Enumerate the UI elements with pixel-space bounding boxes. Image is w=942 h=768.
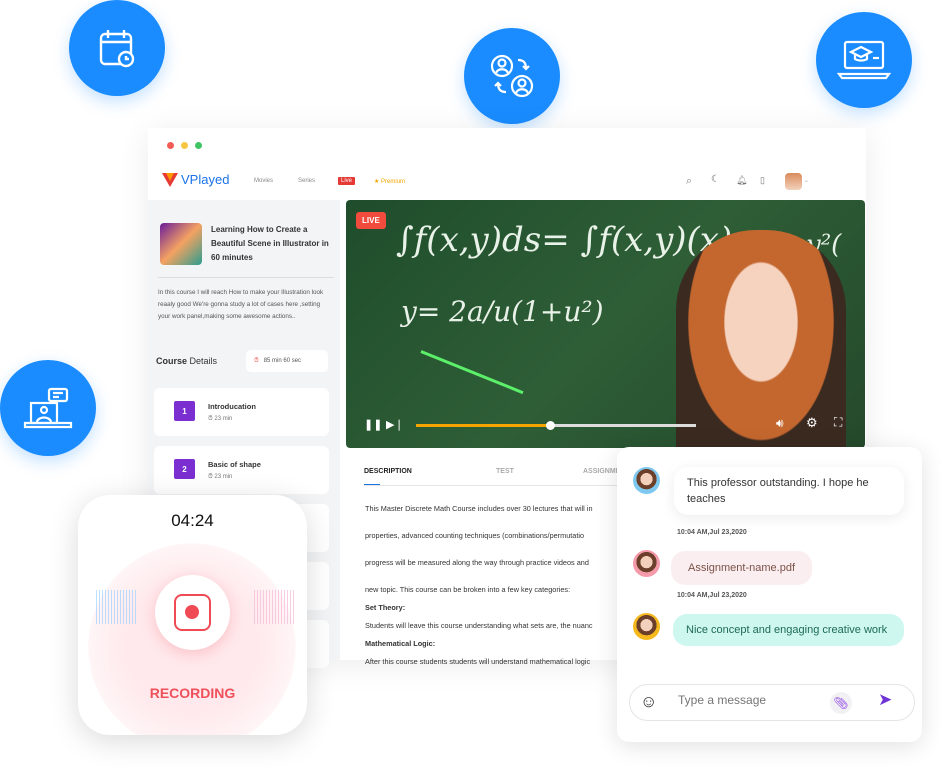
maximize-window-dot[interactable] xyxy=(195,142,202,149)
vplayed-logo[interactable]: VPlayed xyxy=(162,172,229,187)
close-window-dot[interactable] xyxy=(167,142,174,149)
nav-premium[interactable]: ★ Premium xyxy=(374,178,405,185)
send-icon[interactable]: ➤ xyxy=(878,690,892,710)
tabs-divider xyxy=(364,485,624,486)
user-exchange-icon xyxy=(464,28,560,124)
tab-description[interactable]: DESCRIPTION xyxy=(364,468,412,475)
user-avatar xyxy=(633,550,660,577)
pause-icon[interactable]: ❚❚ xyxy=(364,418,382,431)
tab-assignment[interactable]: ASSIGNMENT xyxy=(583,468,618,475)
search-icon[interactable]: ⌕ xyxy=(686,175,692,188)
chat-panel: This professor outstanding. I hope he te… xyxy=(617,447,922,742)
teacher-figure xyxy=(676,230,846,448)
description-line: new topic. This course can be broken int… xyxy=(365,585,571,594)
attachment-message[interactable]: Assignment-name.pdf xyxy=(671,551,812,585)
chat-message: This professor outstanding. I hope he te… xyxy=(674,467,904,515)
attach-paperclip-icon[interactable]: 📎︎ xyxy=(830,692,852,714)
description-line: progress will be measured along the way … xyxy=(365,558,589,567)
recording-label: RECORDING xyxy=(149,685,236,701)
description-line: After this course students students will… xyxy=(365,657,591,666)
pointer-stick xyxy=(420,350,524,395)
nav-movies[interactable]: Movies xyxy=(254,178,273,184)
audio-wave-left xyxy=(96,590,136,624)
settings-gear-icon[interactable]: ⚙ xyxy=(806,415,818,431)
message-timestamp: 10:04 AM,Jul 23,2020 xyxy=(677,592,747,599)
volume-icon[interactable]: 🔊︎ xyxy=(776,416,784,431)
lesson-item[interactable]: 2 Basic of shape ⏰︎ 23 min xyxy=(154,446,329,494)
chevron-down-icon[interactable]: ⌄ xyxy=(804,177,809,184)
section-heading: Set Theory: xyxy=(365,603,406,612)
minimize-window-dot[interactable] xyxy=(181,142,188,149)
message-input-bar: ☺ 📎︎ ➤ xyxy=(629,684,915,721)
user-avatar xyxy=(633,467,660,494)
tab-test[interactable]: TEST xyxy=(496,468,514,475)
online-graduation-icon xyxy=(816,12,912,108)
calendar-feature-icon xyxy=(69,0,165,96)
course-duration-badge: ⏰︎ 85 min 60 sec xyxy=(246,350,328,372)
message-input[interactable] xyxy=(678,693,828,707)
section-heading: Mathematical Logic: xyxy=(365,639,436,648)
course-thumbnail xyxy=(160,223,202,265)
lesson-item[interactable]: 1 Introducation ⏰︎ 23 min xyxy=(154,388,329,436)
video-progress-bar[interactable] xyxy=(416,421,696,430)
audio-wave-right xyxy=(254,590,294,624)
recording-card: 04:24 RECORDING xyxy=(78,495,307,735)
dark-mode-icon[interactable]: ☾ xyxy=(711,174,720,185)
progress-fill xyxy=(416,424,551,427)
skip-next-icon[interactable]: ▶❘ xyxy=(386,418,404,431)
chalkboard-formula: ∫f(x,y)ds= ∫f(x,y)(x) xyxy=(396,220,733,260)
divider xyxy=(158,277,334,278)
description-line: This Master Discrete Math Course include… xyxy=(365,504,593,513)
logo-icon xyxy=(162,172,178,187)
description-line: Students will leave this course understa… xyxy=(365,621,593,630)
course-details-heading: Course Details xyxy=(156,356,218,366)
devices-icon[interactable]: ▯ xyxy=(760,175,765,186)
course-intro: In this course I will reach How to make … xyxy=(158,289,324,320)
alarm-clock-icon: ⏰︎ xyxy=(254,357,259,364)
message-timestamp: 10:04 AM,Jul 23,2020 xyxy=(677,529,747,536)
description-line: properties, advanced counting techniques… xyxy=(365,531,585,540)
record-button[interactable] xyxy=(155,575,230,650)
user-avatar xyxy=(633,613,660,640)
live-badge: LIVE xyxy=(356,212,386,229)
nav-live[interactable]: Live xyxy=(338,177,356,185)
star-icon: ★ xyxy=(374,179,382,185)
nav-series[interactable]: Series xyxy=(298,178,315,184)
course-title: Learning How to Create a Beautiful Scene… xyxy=(211,225,329,262)
chat-message: Nice concept and engaging creative work xyxy=(673,614,904,646)
progress-handle[interactable] xyxy=(546,421,556,430)
notification-bell-icon[interactable]: 🔔︎ xyxy=(736,175,747,186)
laptop-learner-icon xyxy=(0,360,96,456)
chalkboard-formula: y= 2a/u(1+u²) xyxy=(401,295,604,328)
user-avatar[interactable] xyxy=(785,173,802,190)
recording-timer: 04:24 xyxy=(171,511,214,530)
fullscreen-icon[interactable]: ⛶ xyxy=(834,415,842,430)
live-video-player[interactable]: ∫f(x,y)ds= ∫f(x,y)(x) y= 2a/u(1+u²) y²( … xyxy=(346,200,865,448)
record-icon xyxy=(174,594,211,631)
emoji-icon[interactable]: ☺ xyxy=(640,692,657,712)
